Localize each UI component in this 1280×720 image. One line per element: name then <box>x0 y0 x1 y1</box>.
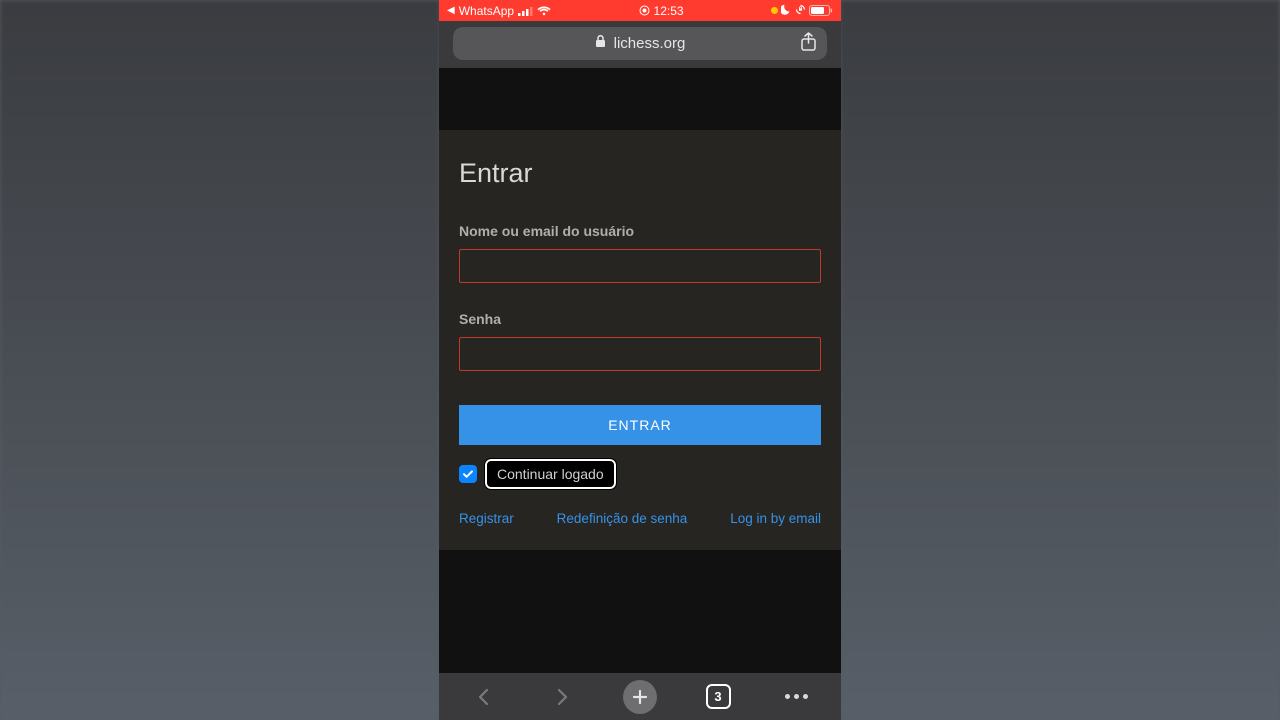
password-reset-link[interactable]: Redefinição de senha <box>557 511 688 526</box>
page-below-fold <box>439 550 841 673</box>
back-app-label: WhatsApp <box>459 4 514 18</box>
chevron-right-icon <box>553 688 571 706</box>
new-tab-button[interactable] <box>618 675 662 719</box>
moon-icon <box>781 4 792 18</box>
url-domain: lichess.org <box>614 35 686 52</box>
status-bar: ◀ WhatsApp 12:53 <box>439 0 841 21</box>
username-label: Nome ou email do usuário <box>459 223 821 239</box>
background-blur-right <box>840 0 1280 720</box>
browser-chrome-top: lichess.org <box>439 21 841 68</box>
share-icon[interactable] <box>800 32 817 56</box>
email-login-link[interactable]: Log in by email <box>730 511 821 526</box>
browser-back-button[interactable] <box>462 675 506 719</box>
url-bar[interactable]: lichess.org <box>453 27 827 60</box>
auth-links-row: Registrar Redefinição de senha Log in by… <box>459 511 821 526</box>
remember-label[interactable]: Continuar logado <box>485 459 616 489</box>
wifi-icon <box>537 6 551 16</box>
register-link[interactable]: Registrar <box>459 511 514 526</box>
password-field-block: Senha <box>459 311 821 371</box>
remember-row: Continuar logado <box>459 459 821 489</box>
status-back-to-app[interactable]: ◀ WhatsApp <box>447 4 551 18</box>
browser-toolbar: 3 <box>439 673 841 720</box>
password-label: Senha <box>459 311 821 327</box>
orientation-lock-icon <box>795 4 806 18</box>
lock-icon <box>595 35 606 52</box>
chevron-left-icon <box>475 688 493 706</box>
username-field-block: Nome ou email do usuário <box>459 223 821 283</box>
ellipsis-icon <box>785 694 808 699</box>
page-title: Entrar <box>459 158 821 189</box>
recording-indicator-icon <box>639 5 650 16</box>
tabs-button[interactable]: 3 <box>696 675 740 719</box>
status-time: 12:53 <box>551 4 771 18</box>
battery-icon <box>809 5 833 16</box>
phone-frame: ◀ WhatsApp 12:53 <box>439 0 841 720</box>
privacy-dot-icon <box>771 7 778 14</box>
tab-count-badge: 3 <box>706 684 731 709</box>
background-blur-left <box>0 0 440 720</box>
login-form-panel: Entrar Nome ou email do usuário Senha EN… <box>439 130 841 550</box>
site-header-strip <box>439 68 841 130</box>
submit-button[interactable]: ENTRAR <box>459 405 821 445</box>
browser-forward-button[interactable] <box>540 675 584 719</box>
back-triangle-icon: ◀ <box>447 5 455 16</box>
status-right-cluster <box>771 4 833 18</box>
password-input[interactable] <box>459 337 821 371</box>
checkmark-icon <box>462 468 474 480</box>
time-label: 12:53 <box>654 4 684 18</box>
plus-icon <box>631 688 649 706</box>
cell-signal-icon <box>518 6 533 16</box>
remember-checkbox[interactable] <box>459 465 477 483</box>
username-input[interactable] <box>459 249 821 283</box>
browser-menu-button[interactable] <box>774 675 818 719</box>
